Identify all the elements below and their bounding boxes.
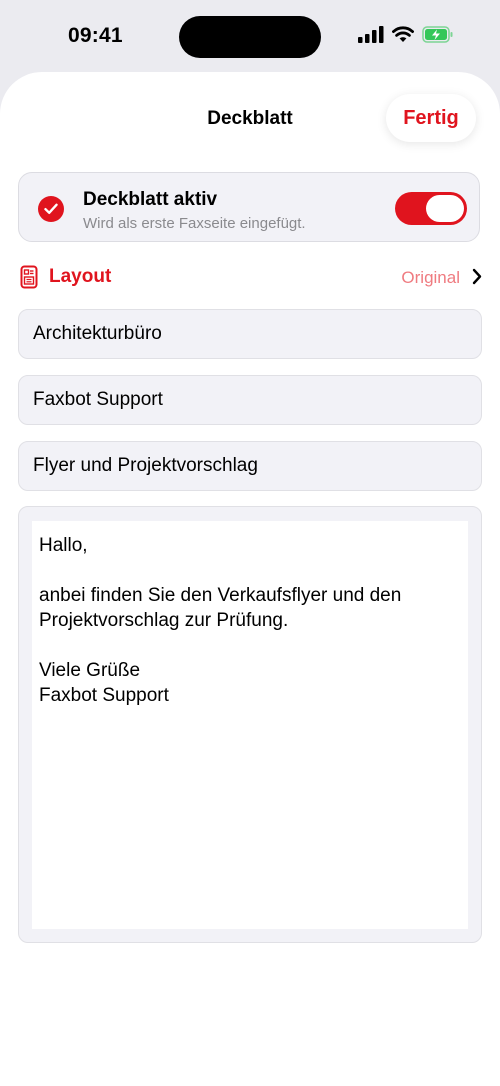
- layout-label: Layout: [49, 266, 112, 287]
- wifi-icon: [392, 26, 414, 48]
- screen: 09:41 Deckblatt Fertig Deckblatt aktiv W…: [0, 0, 500, 1086]
- battery-charging-icon: [422, 26, 454, 48]
- toggle-knob: [426, 195, 464, 222]
- cover-page-sheet: Deckblatt Fertig Deckblatt aktiv Wird al…: [0, 72, 500, 1086]
- cover-toggle-title: Deckblatt aktiv: [83, 189, 218, 210]
- recipient-field[interactable]: Architekturbüro: [18, 309, 482, 359]
- done-button[interactable]: Fertig: [386, 94, 476, 142]
- document-layout-icon: [20, 265, 38, 294]
- layout-value: Original: [401, 268, 460, 287]
- message-text: Hallo, anbei finden Sie den Verkaufsflye…: [39, 535, 402, 706]
- dynamic-island: [179, 16, 321, 58]
- cover-active-toggle[interactable]: [395, 192, 467, 225]
- checkmark-circle-icon: [38, 196, 64, 222]
- layout-row[interactable]: Layout Original: [18, 262, 482, 292]
- status-bar: 09:41: [0, 0, 500, 72]
- status-icons: [358, 26, 454, 48]
- subject-field[interactable]: Flyer und Projektvorschlag: [18, 441, 482, 491]
- cellular-signal-icon: [358, 26, 384, 48]
- cover-toggle-subtitle: Wird als erste Faxseite eingefügt.: [83, 215, 306, 232]
- message-textarea[interactable]: Hallo, anbei finden Sie den Verkaufsflye…: [32, 521, 468, 929]
- message-container: Hallo, anbei finden Sie den Verkaufsflye…: [18, 506, 482, 943]
- cover-toggle-card: Deckblatt aktiv Wird als erste Faxseite …: [18, 172, 480, 242]
- chevron-right-icon: [472, 268, 482, 290]
- sender-field[interactable]: Faxbot Support: [18, 375, 482, 425]
- status-time: 09:41: [68, 24, 123, 47]
